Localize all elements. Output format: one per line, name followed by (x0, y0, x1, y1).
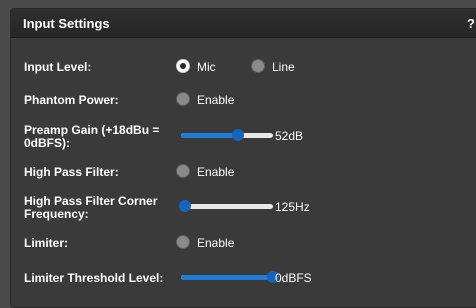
mic-label[interactable]: Mic (197, 60, 216, 74)
input-settings-panel: Input Settings ? Input Level: Mic Line P… (10, 8, 476, 308)
help-icon[interactable]: ? (467, 16, 475, 31)
phantom-power-enable-radio[interactable] (176, 92, 190, 106)
input-level-label: Input Level: (24, 60, 92, 74)
high-pass-filter-enable-label[interactable]: Enable (197, 165, 234, 179)
hpf-corner-slider[interactable] (178, 200, 273, 212)
high-pass-filter-enable-radio[interactable] (176, 164, 190, 178)
phantom-power-enable-label[interactable]: Enable (197, 93, 234, 107)
limiter-threshold-label: Limiter Threshold Level: (24, 271, 164, 285)
preamp-gain-slider[interactable] (181, 129, 273, 141)
phantom-power-label: Phantom Power: (24, 93, 119, 107)
hpf-corner-value: 125Hz (275, 200, 310, 214)
limiter-threshold-slider-fill (181, 275, 273, 280)
mic-radio[interactable] (176, 59, 190, 73)
limiter-label: Limiter: (24, 236, 69, 250)
preamp-gain-slider-thumb[interactable] (232, 129, 245, 141)
line-label[interactable]: Line (272, 60, 295, 74)
limiter-threshold-value: 0dBFS (275, 271, 312, 285)
limiter-enable-label[interactable]: Enable (197, 236, 234, 250)
panel-header: Input Settings ? (11, 9, 476, 38)
preamp-gain-label: Preamp Gain (+18dBu = 0dBFS): (24, 123, 160, 150)
preamp-gain-slider-fill (181, 133, 239, 138)
panel-title: Input Settings (23, 16, 110, 31)
hpf-corner-slider-thumb[interactable] (178, 200, 191, 212)
line-radio[interactable] (251, 59, 265, 73)
limiter-threshold-slider[interactable] (181, 271, 279, 283)
limiter-enable-radio[interactable] (176, 235, 190, 249)
hpf-corner-label: High Pass Filter Corner Frequency: (24, 194, 158, 221)
preamp-gain-value: 52dB (275, 129, 304, 143)
high-pass-filter-label: High Pass Filter: (24, 165, 119, 179)
